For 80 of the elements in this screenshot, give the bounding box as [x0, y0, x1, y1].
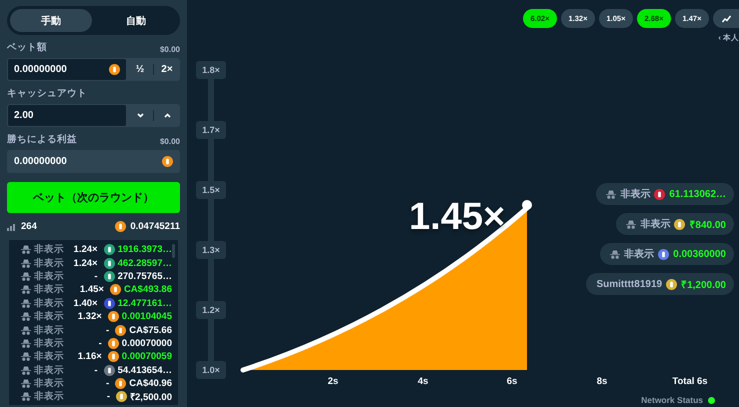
player-name: 非表示 [34, 296, 64, 310]
cashout-multiplier: 1.24× [72, 244, 99, 256]
axis-label: 1.7× [196, 121, 226, 139]
player-name: 非表示 [34, 377, 64, 390]
axis-label: 1.3× [196, 241, 226, 259]
cashout-multiplier: 1.32× [76, 311, 103, 322]
player-name: 非表示 [34, 243, 64, 256]
win-amount: ₹1,200.00 [681, 279, 726, 291]
coin-icon [109, 64, 120, 75]
network-status: Network Status [641, 395, 703, 405]
cashout-multiplier: - [98, 338, 103, 349]
player-name: 非表示 [34, 336, 64, 350]
field-label: キャッシュアウト [7, 87, 87, 100]
bet-amount: 462.28597… [118, 258, 172, 269]
player-name: 非表示 [34, 350, 64, 364]
scrollbar[interactable] [172, 244, 175, 258]
player-name: 非表示 [620, 188, 650, 201]
trend-icon [722, 14, 730, 22]
cashout-multiplier: 1.16× [76, 351, 103, 362]
usd-value: $0.00 [160, 137, 180, 146]
bet-amount: 1916.3973… [118, 244, 172, 256]
bet-amount: ₹2,500.00 [130, 391, 172, 404]
axis-label: 2s [328, 376, 338, 387]
cashout-multiplier: - [105, 378, 110, 390]
mode-tab[interactable]: 手動 [10, 9, 92, 32]
total-time: Total 6s [672, 376, 708, 387]
half-button[interactable]: ½ [127, 58, 153, 81]
axis-label: 1.8× [196, 61, 226, 79]
double-button[interactable]: 2× [154, 58, 180, 81]
field-label: 勝ちによる利益 [7, 133, 77, 146]
player-name: 非表示 [34, 270, 64, 283]
chevron-down-icon [136, 113, 144, 118]
cashout-multiplier: 1.45× [78, 284, 105, 296]
bet-amount: 0.00070059 [122, 351, 172, 362]
bet-amount: 12.477161… [118, 298, 172, 309]
stats-button[interactable] [713, 9, 739, 28]
bet-amount: CA$40.96 [129, 378, 172, 390]
player-name: 非表示 [34, 390, 64, 404]
axis-label: 6s [506, 376, 518, 387]
coin-icon [115, 221, 126, 232]
player-name: 非表示 [624, 248, 654, 261]
cashout-field[interactable]: 2.00 [7, 104, 127, 127]
player-count: 264 [21, 221, 37, 232]
bet-amount: CA$493.86 [124, 284, 172, 296]
axis-label: 1.0× [196, 361, 226, 379]
axis-label: 1.5× [196, 181, 226, 199]
axis-label: 4s [418, 376, 428, 387]
player-name: Sumitttt81919 [596, 278, 662, 290]
bet-button[interactable]: ベット（次のラウンド） [7, 182, 180, 213]
usd-value: $0.00 [160, 45, 180, 54]
cashout-multiplier: - [105, 324, 110, 336]
bet-amount-field[interactable]: 0.00000000 [7, 58, 127, 81]
bars-icon [7, 222, 17, 231]
current-multiplier: 1.45× [409, 196, 506, 239]
bet-amount: 0.00104045 [122, 311, 172, 322]
player-name: 非表示 [34, 310, 64, 324]
axis-label: 8s [596, 376, 608, 387]
bet-amount: 270.75765… [118, 270, 172, 282]
total-bet: 0.04745211 [130, 221, 180, 232]
cashout-multiplier: - [106, 391, 112, 402]
cashout-multiplier: - [93, 364, 99, 376]
axis-label: 1.2× [196, 301, 226, 319]
win-amount: 0.00360000 [673, 248, 726, 260]
player-name: 非表示 [34, 364, 64, 377]
win-amount: ₹840.00 [689, 219, 726, 231]
bet-amount: 0.00070000 [122, 338, 172, 349]
bet-amount: CA$75.66 [129, 324, 172, 336]
bet-amount: 54.413654… [118, 364, 172, 376]
mode-tab[interactable]: 自動 [95, 9, 177, 32]
player-name: 非表示 [34, 324, 64, 337]
cashout-multiplier: 1.40× [72, 298, 99, 309]
player-name: 非表示 [640, 218, 670, 231]
player-name: 非表示 [34, 256, 64, 270]
player-name: 非表示 [34, 283, 64, 296]
coin-icon [162, 156, 173, 167]
win-amount: 61.113062… [669, 188, 726, 200]
field-label: ベット額 [7, 41, 47, 54]
cashout-multiplier: 1.24× [72, 258, 99, 269]
cashout-multiplier: - [93, 270, 99, 282]
chevron-up-icon [164, 113, 170, 118]
